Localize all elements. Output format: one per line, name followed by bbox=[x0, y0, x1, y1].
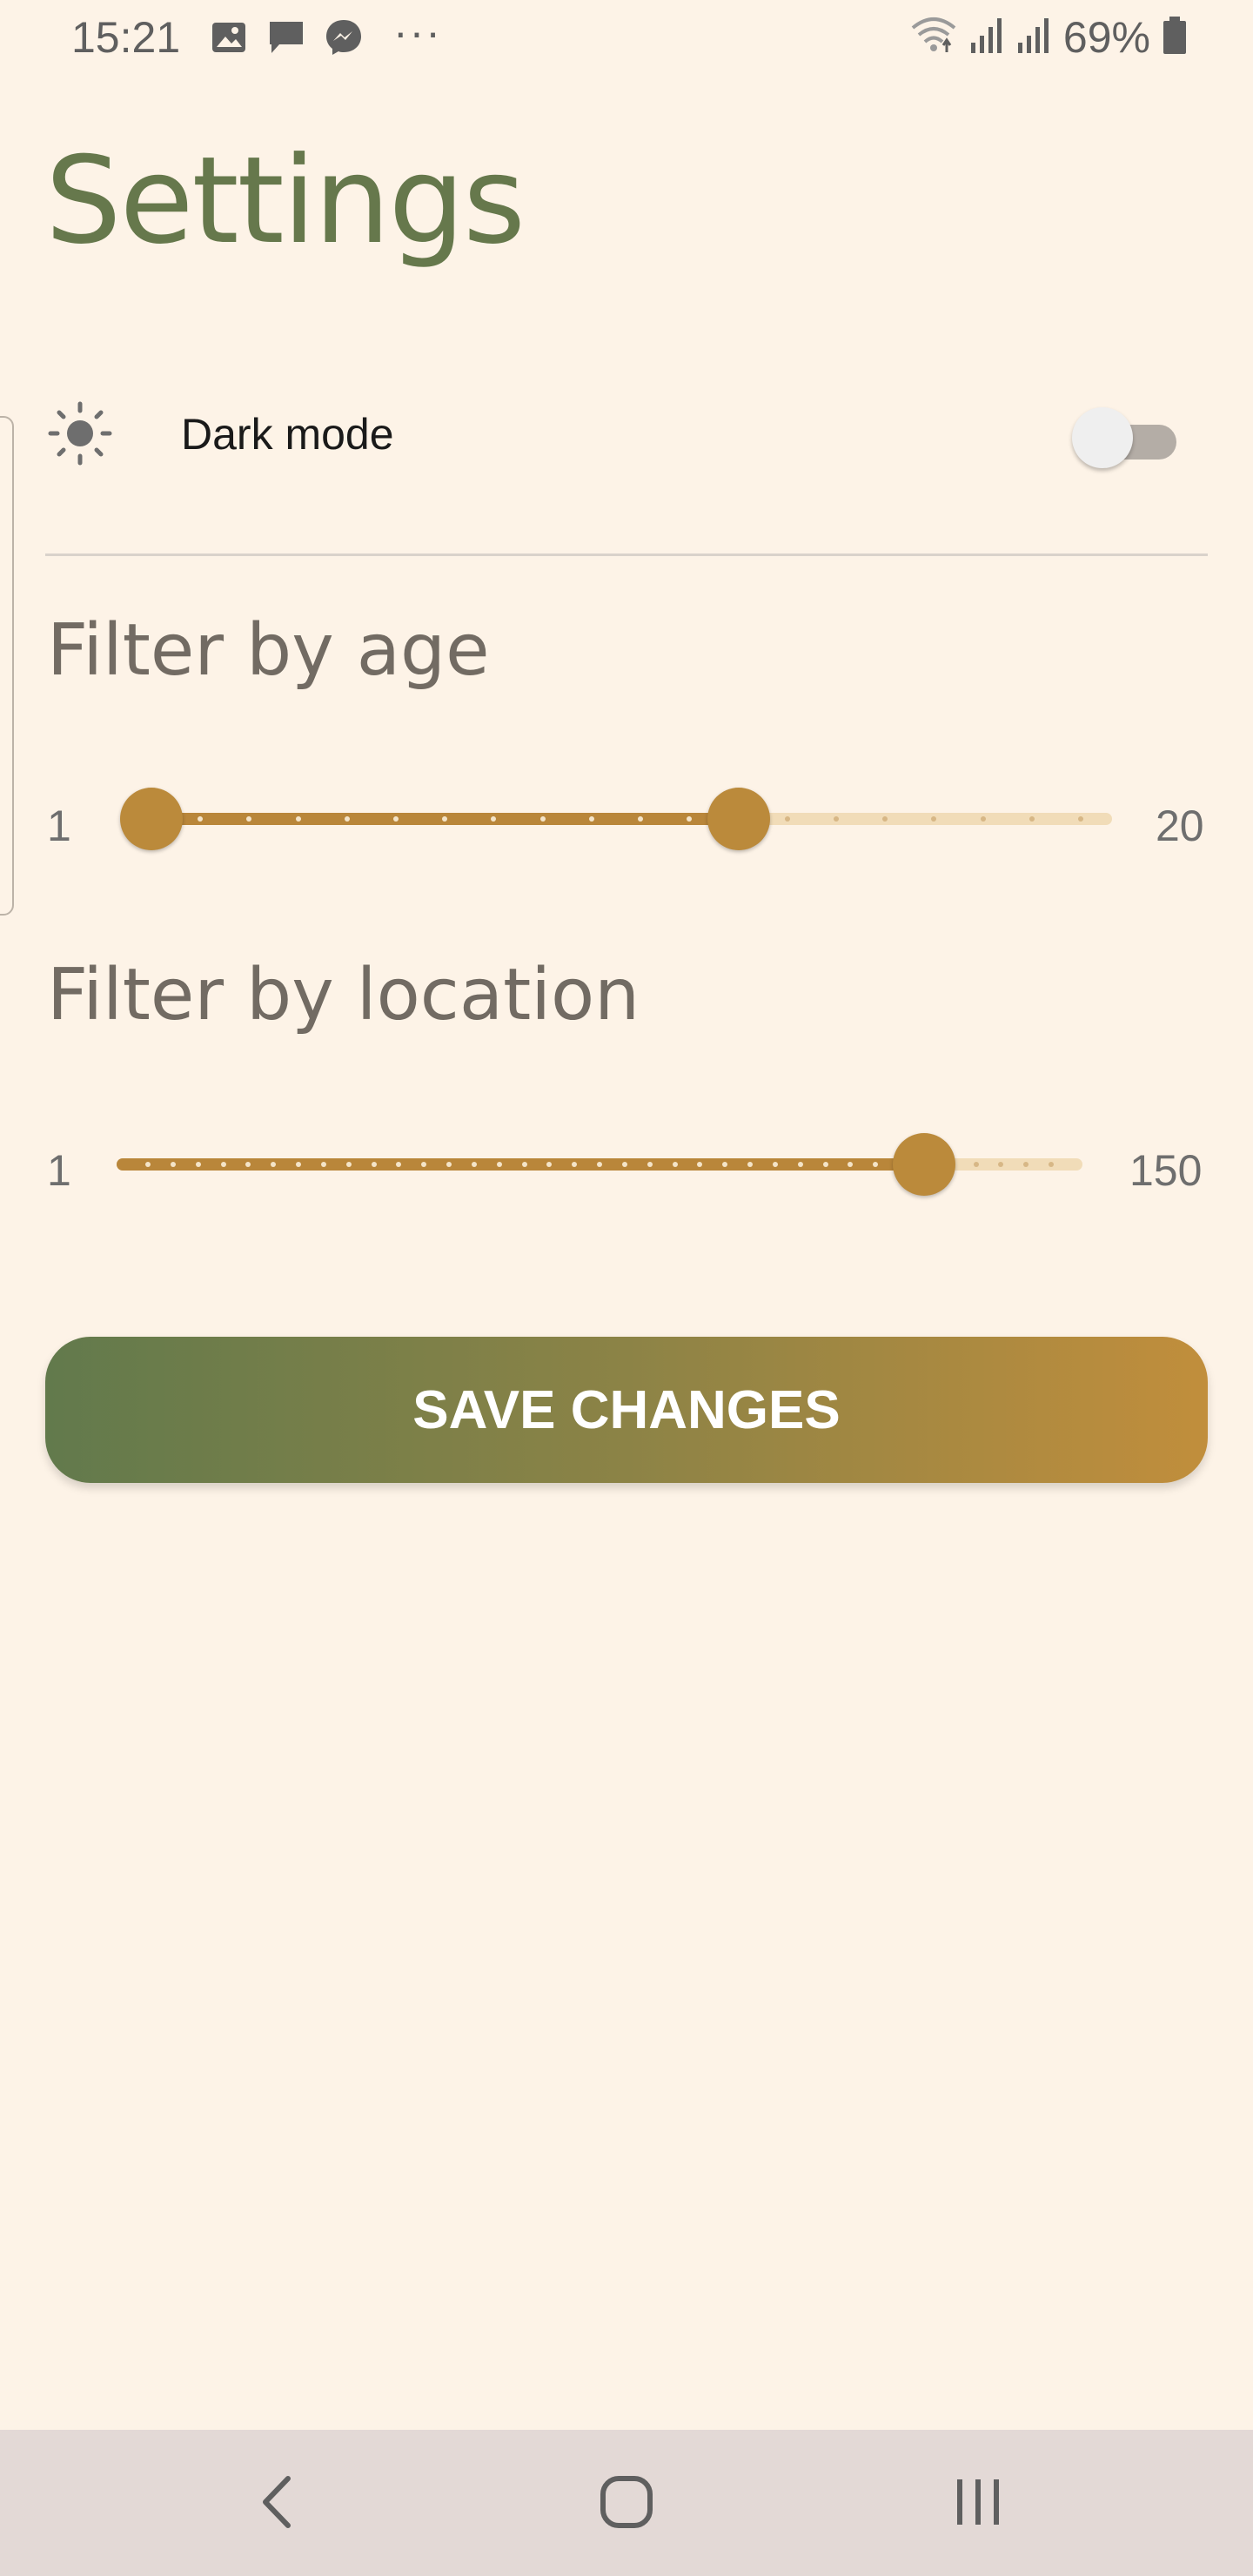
location-slider[interactable] bbox=[117, 1133, 1082, 1196]
age-slider-tick bbox=[393, 816, 399, 822]
home-button[interactable] bbox=[574, 2465, 679, 2543]
status-system-icons: 69% bbox=[910, 12, 1187, 63]
location-slider-tick bbox=[647, 1162, 653, 1167]
location-slider-tick bbox=[320, 1162, 326, 1167]
more-notifications-icon: ··· bbox=[393, 8, 442, 57]
location-slider-tick bbox=[521, 1162, 527, 1167]
navigation-bar bbox=[0, 2430, 1253, 2576]
sun-icon bbox=[45, 399, 115, 468]
location-slider-tick bbox=[672, 1162, 678, 1167]
edge-panel-handle[interactable] bbox=[0, 416, 14, 916]
location-slider-tick bbox=[296, 1162, 301, 1167]
location-max-label: 150 bbox=[1129, 1146, 1203, 1195]
location-slider-tick bbox=[1049, 1162, 1054, 1167]
location-slider-tick bbox=[797, 1162, 803, 1167]
age-max-label: 20 bbox=[1156, 802, 1204, 850]
age-slider-tick bbox=[1029, 816, 1035, 822]
age-min-thumb[interactable] bbox=[120, 788, 183, 850]
back-button[interactable] bbox=[224, 2465, 329, 2543]
location-min-label: 1 bbox=[47, 1146, 71, 1195]
dark-mode-label: Dark mode bbox=[181, 410, 394, 459]
age-slider-tick bbox=[784, 816, 790, 822]
age-slider-tick bbox=[1078, 816, 1083, 822]
location-slider-tick bbox=[747, 1162, 753, 1167]
age-max-thumb[interactable] bbox=[707, 788, 770, 850]
location-slider-tick bbox=[973, 1162, 979, 1167]
age-slider-tick bbox=[980, 816, 986, 822]
location-slider-tick bbox=[621, 1162, 627, 1167]
battery-icon bbox=[1163, 16, 1187, 59]
age-range-slider[interactable] bbox=[120, 788, 1112, 850]
age-slider-tick bbox=[344, 816, 350, 822]
location-slider-tick bbox=[220, 1162, 226, 1167]
location-slider-tick bbox=[195, 1162, 201, 1167]
home-icon bbox=[599, 2474, 654, 2534]
recents-button[interactable] bbox=[926, 2465, 1030, 2543]
signal-icon bbox=[969, 17, 1004, 59]
location-slider-tick bbox=[145, 1162, 151, 1167]
location-slider-tick bbox=[597, 1162, 602, 1167]
age-filter-title: Filter by age bbox=[47, 609, 490, 692]
battery-percentage: 69% bbox=[1062, 13, 1150, 62]
recents-icon bbox=[952, 2476, 1004, 2532]
location-slider-tick bbox=[170, 1162, 176, 1167]
age-slider-tick bbox=[539, 816, 546, 822]
divider bbox=[45, 553, 1208, 556]
age-slider-tick bbox=[295, 816, 301, 822]
location-slider-tick bbox=[446, 1162, 452, 1167]
status-bar: 15:21 ··· 69% bbox=[0, 0, 1253, 78]
location-slider-tick bbox=[345, 1162, 352, 1167]
message-icon bbox=[266, 17, 306, 57]
age-min-label: 1 bbox=[47, 802, 71, 850]
save-changes-button[interactable]: SAVE CHANGES bbox=[45, 1337, 1208, 1483]
location-slider-tick bbox=[772, 1162, 778, 1167]
age-slider-tick bbox=[588, 816, 594, 822]
location-slider-tick bbox=[471, 1162, 477, 1167]
location-slider-tick bbox=[496, 1162, 502, 1167]
wifi-icon bbox=[910, 16, 957, 60]
toggle-thumb[interactable] bbox=[1072, 407, 1133, 468]
signal-icon bbox=[1016, 17, 1051, 59]
gallery-icon bbox=[209, 17, 249, 57]
page-title: Settings bbox=[45, 131, 526, 271]
location-slider-tick bbox=[371, 1162, 377, 1167]
messenger-icon bbox=[324, 17, 364, 57]
dark-mode-toggle[interactable] bbox=[1072, 407, 1176, 468]
status-time: 15:21 bbox=[71, 13, 181, 62]
location-filter-title: Filter by location bbox=[47, 954, 640, 1036]
status-notification-icons bbox=[209, 17, 364, 57]
age-slider-tick bbox=[833, 816, 839, 822]
location-thumb[interactable] bbox=[892, 1133, 955, 1196]
back-icon bbox=[255, 2472, 298, 2537]
location-slider-tick bbox=[822, 1162, 828, 1167]
